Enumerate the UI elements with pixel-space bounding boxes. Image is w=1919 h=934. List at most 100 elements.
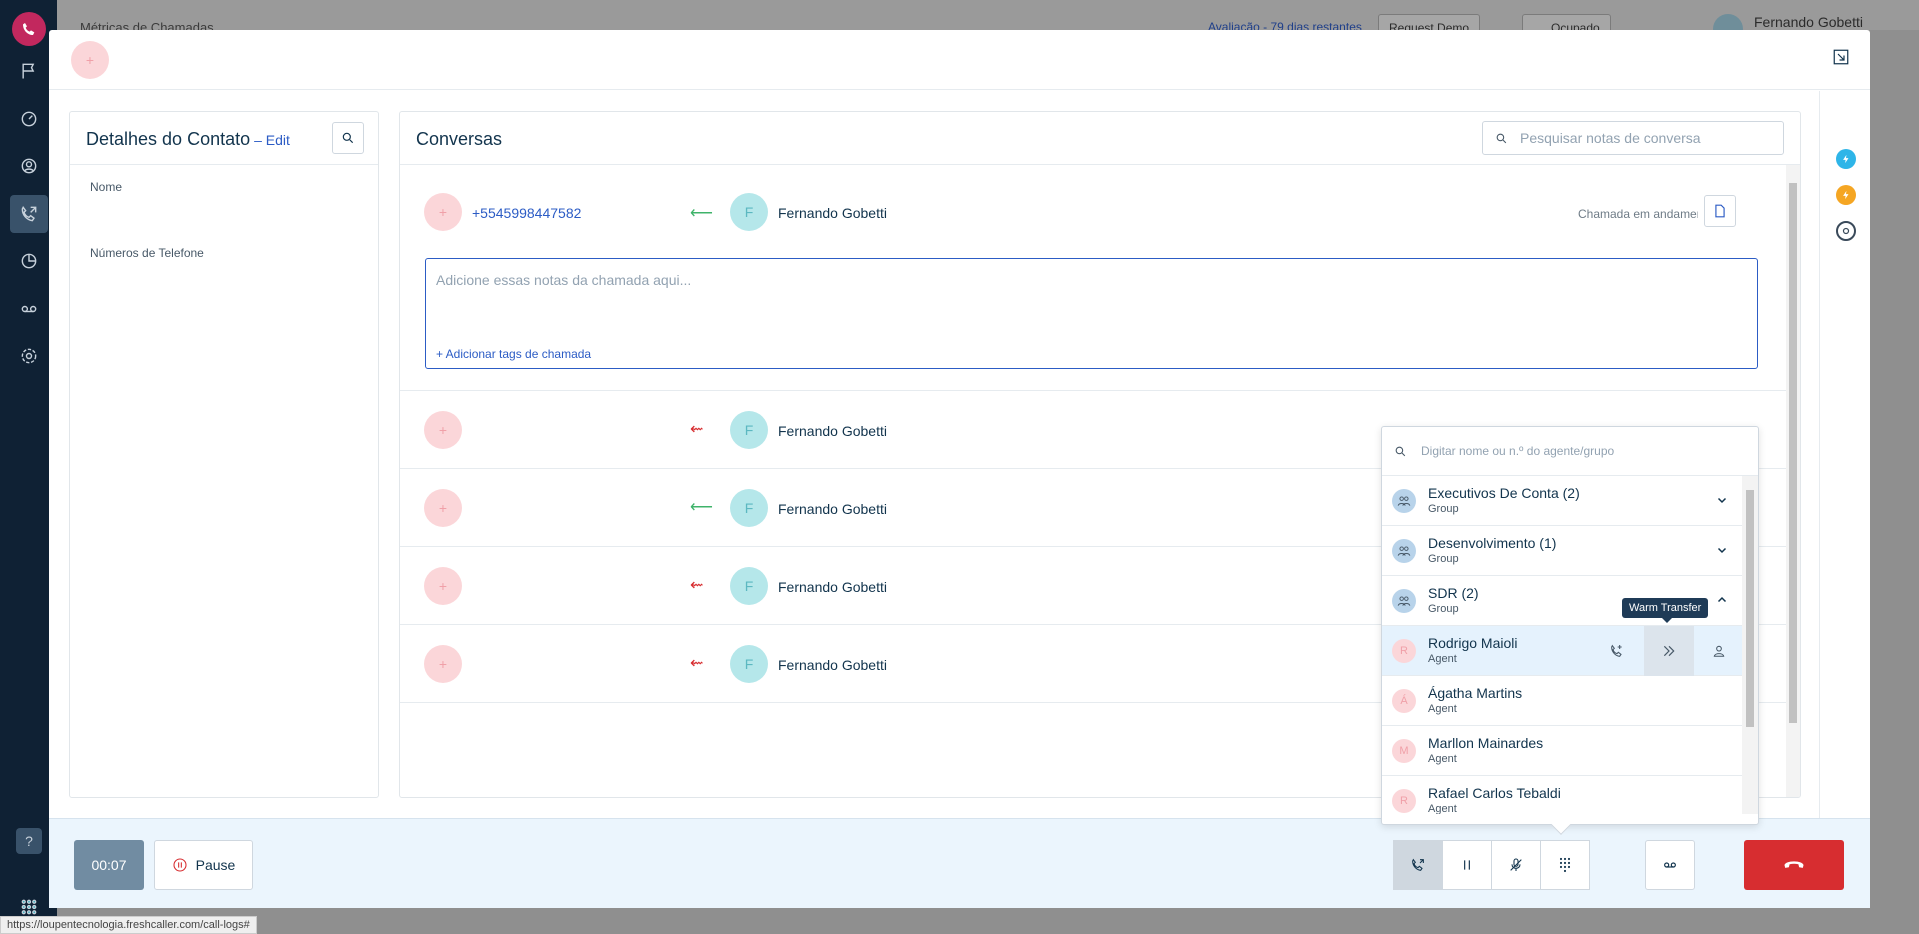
list-item[interactable]: Executivos De Conta (2) Group [1382, 476, 1742, 526]
contact-title-text: Detalhes do Contato [86, 129, 251, 149]
list-item[interactable]: R Rodrigo Maioli Agent [1382, 626, 1742, 676]
agent-avatar: F [730, 567, 768, 605]
incoming-call-icon: ⟵ [690, 499, 713, 516]
agent-avatar: F [730, 411, 768, 449]
minimize-icon[interactable] [1832, 48, 1850, 69]
freshdesk-icon[interactable] [1836, 149, 1856, 169]
pause-icon [173, 858, 187, 872]
transfer-item-name: Rodrigo Maioli [1428, 635, 1518, 651]
warm-transfer-button[interactable] [1644, 626, 1694, 676]
nav-voicemail-icon[interactable] [10, 290, 48, 328]
user-icon [1713, 645, 1725, 657]
agent-avatar: R [1392, 639, 1416, 663]
conversation-search-input[interactable]: Pesquisar notas de conversa [1482, 121, 1784, 155]
agent-name: Fernando Gobetti [778, 205, 887, 221]
user-name[interactable]: Fernando Gobetti [1754, 14, 1863, 30]
dialpad-icon [1559, 857, 1571, 873]
list-item[interactable]: R Rafael Carlos Tebaldi Agent [1382, 776, 1742, 814]
call-status: Chamada em andamento [1578, 207, 1698, 221]
add-call-tags-link[interactable]: + Adicionar tags de chamada [436, 347, 591, 361]
list-item[interactable]: M Marllon Mainardes Agent [1382, 726, 1742, 776]
app-logo-icon[interactable] [12, 12, 46, 46]
caller-avatar: + [424, 567, 462, 605]
pause-button[interactable]: Pause [154, 840, 253, 890]
status-bar-url: https://loupentecnologia.freshcaller.com… [0, 916, 257, 934]
transfer-item-type: Agent [1428, 803, 1457, 814]
conversations-title: Conversas [416, 129, 503, 149]
transfer-icon [1412, 858, 1424, 871]
transfer-button[interactable] [1393, 840, 1443, 890]
end-call-button[interactable] [1744, 840, 1844, 890]
divider [70, 164, 378, 165]
document-icon[interactable] [1704, 195, 1736, 227]
nav-flag-icon[interactable] [10, 52, 48, 90]
nav-dashboard-icon[interactable] [10, 100, 48, 138]
transfer-search-input[interactable]: Digitar nome ou n.º do agente/grupo [1382, 427, 1758, 476]
warm-transfer-tooltip: Warm Transfer [1622, 598, 1709, 623]
agent-name: Fernando Gobetti [778, 423, 887, 439]
contact-details-title: Detalhes do Contato – Edit [86, 129, 290, 150]
mute-button[interactable] [1491, 840, 1541, 890]
missed-call-icon: ⇜ [690, 655, 704, 672]
group-icon [1392, 539, 1416, 563]
call-notes-placeholder: Adicione essas notas da chamada aqui... [436, 272, 692, 288]
transfer-item-name: Executivos De Conta (2) [1428, 485, 1580, 501]
conversations-scrollbar[interactable] [1786, 165, 1800, 797]
transfer-scrollbar[interactable] [1742, 476, 1758, 814]
contact-edit-link[interactable]: – Edit [254, 132, 290, 148]
agent-name: Fernando Gobetti [778, 501, 887, 517]
double-chevron-right-icon [1663, 645, 1675, 657]
chevron-down-icon[interactable] [1716, 494, 1728, 509]
caller-avatar: + [424, 489, 462, 527]
transfer-item-type: Group [1428, 503, 1459, 515]
integration-icon[interactable] [1836, 221, 1856, 241]
caller-avatar: + [424, 645, 462, 683]
caller-phone-link[interactable]: +5545998447582 [472, 205, 581, 221]
nav-contacts-icon[interactable] [10, 147, 48, 185]
caller-avatar: + [424, 411, 462, 449]
voicemail-drop-button[interactable] [1645, 840, 1695, 890]
agent-name: Fernando Gobetti [778, 579, 887, 595]
cold-transfer-button[interactable] [1592, 626, 1642, 676]
hold-icon [1464, 860, 1470, 870]
name-label: Nome [90, 180, 123, 194]
list-item[interactable]: Á Ágatha Martins Agent [1382, 676, 1742, 726]
caller-avatar: + [71, 41, 109, 79]
transfer-item-type: Agent [1428, 653, 1457, 665]
contact-search-button[interactable] [332, 122, 364, 154]
call-notes-input[interactable]: Adicione essas notas da chamada aqui... … [425, 258, 1758, 369]
agent-avatar: F [730, 645, 768, 683]
conversation-row[interactable]: + +5545998447582 ⟵ F Fernando Gobetti Ch… [400, 165, 1786, 391]
scrollbar-thumb[interactable] [1746, 490, 1754, 727]
transfer-dropdown: Digitar nome ou n.º do agente/grupo Exec… [1381, 426, 1759, 835]
background-header [57, 0, 1919, 30]
freshsales-icon[interactable] [1836, 185, 1856, 205]
integrations-strip [1819, 91, 1870, 848]
nav-analytics-icon[interactable] [10, 242, 48, 280]
call-timer: 00:07 [74, 840, 144, 890]
agent-avatar: Á [1392, 689, 1416, 713]
agent-profile-button[interactable] [1694, 626, 1742, 676]
group-icon [1392, 489, 1416, 513]
chevron-up-icon[interactable] [1716, 594, 1728, 609]
nav-call-logs-icon[interactable] [10, 195, 48, 233]
nav-settings-icon[interactable] [10, 337, 48, 375]
agent-avatar: F [730, 193, 768, 231]
transfer-item-name: Marllon Mainardes [1428, 735, 1544, 751]
phone-numbers-label: Números de Telefone [90, 246, 204, 260]
caller-avatar: + [424, 193, 462, 231]
transfer-item-name: Desenvolvimento (1) [1428, 535, 1557, 551]
search-icon [342, 132, 354, 144]
list-item[interactable]: Desenvolvimento (1) Group [1382, 526, 1742, 576]
transfer-item-name: Rafael Carlos Tebaldi [1428, 785, 1561, 801]
chevron-down-icon[interactable] [1716, 544, 1728, 559]
keypad-button[interactable] [1540, 840, 1590, 890]
call-control-group [1393, 840, 1590, 890]
transfer-item-name: Ágatha Martins [1428, 685, 1523, 701]
agent-avatar: R [1392, 789, 1416, 813]
hold-button[interactable] [1442, 840, 1492, 890]
help-icon[interactable]: ? [16, 828, 42, 854]
transfer-item-name: SDR (2) [1428, 585, 1479, 601]
transfer-item-type: Agent [1428, 753, 1457, 765]
scrollbar-thumb[interactable] [1789, 183, 1797, 723]
